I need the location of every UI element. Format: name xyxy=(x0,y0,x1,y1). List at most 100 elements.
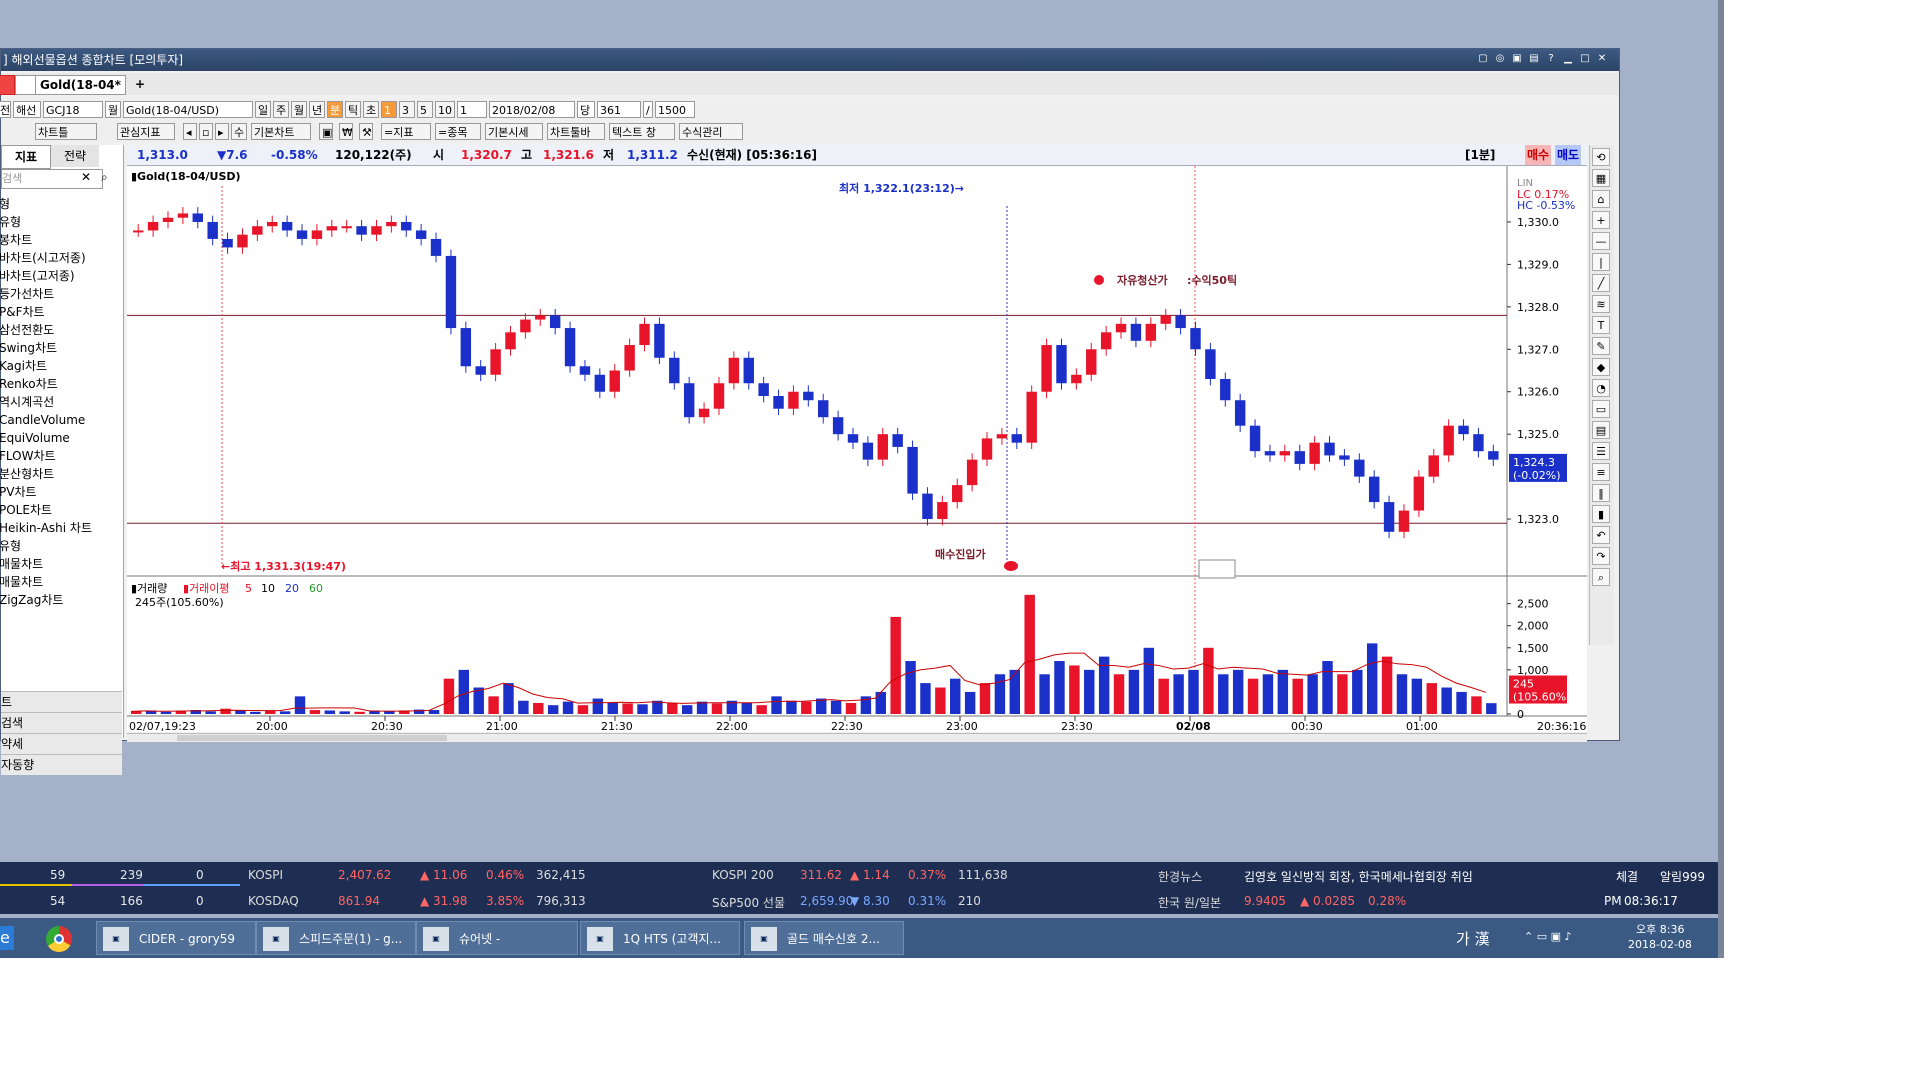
date-input[interactable]: 2018/02/08 xyxy=(489,101,575,118)
chart-frame-button[interactable]: 차트틀 xyxy=(35,123,97,140)
today-button[interactable]: 당 xyxy=(577,101,595,118)
panel-section[interactable]: 약세 xyxy=(1,733,122,754)
indicator-item[interactable]: 형 xyxy=(0,195,10,213)
symbol-button[interactable]: =종목 xyxy=(435,123,481,140)
indicator-item[interactable]: 역시계곡선 xyxy=(0,393,54,411)
indicator-item[interactable]: 봉차트 xyxy=(0,231,32,249)
day-button[interactable]: 일 xyxy=(255,101,271,118)
minute-button[interactable]: 분 xyxy=(327,101,343,118)
marker-icon[interactable]: ◆ xyxy=(1592,358,1610,376)
indicator-item[interactable]: CandleVolume xyxy=(0,411,85,429)
basic-chart-button[interactable]: 기본차트 xyxy=(251,123,311,140)
indicator-item[interactable]: 매물차트 xyxy=(0,555,43,573)
taskbar-item[interactable]: ▣ CIDER - grory59 xyxy=(96,921,256,955)
hline-icon[interactable]: — xyxy=(1592,232,1610,250)
nav-mid-icon[interactable]: ▫ xyxy=(199,123,213,140)
fibo-icon[interactable]: ≋ xyxy=(1592,295,1610,313)
list-icon[interactable]: ☰ xyxy=(1592,442,1610,460)
search-icon[interactable]: ⌕ xyxy=(101,170,108,185)
indicator-item[interactable]: 분산형차트 xyxy=(0,465,54,483)
ie-icon[interactable]: e xyxy=(0,926,14,950)
indicator-item[interactable]: Swing차트 xyxy=(0,339,57,357)
minimize-icon[interactable]: ▁ xyxy=(1561,52,1575,66)
indicator-item[interactable]: 유형 xyxy=(0,213,21,231)
max-input[interactable]: 1500 xyxy=(655,101,695,118)
cross-icon[interactable]: + xyxy=(1592,211,1610,229)
close-icon[interactable]: ✕ xyxy=(1595,52,1609,66)
tab-gold-chart[interactable]: Gold(18-04* xyxy=(35,75,126,95)
taskbar-item[interactable]: ▣ 슈어넷 - xyxy=(416,921,578,955)
indicator-item[interactable]: Kagi차트 xyxy=(0,357,47,375)
indicator-item[interactable]: 등가선차트 xyxy=(0,285,54,303)
second-button[interactable]: 초 xyxy=(363,101,379,118)
tray-icons[interactable]: ⌃ ▭ ▣ ♪ xyxy=(1524,930,1572,943)
bars-icon[interactable]: ≡ xyxy=(1592,463,1610,481)
taskbar-item[interactable]: ▣ 1Q HTS (고객지... xyxy=(580,921,740,955)
year-button[interactable]: 년 xyxy=(309,101,325,118)
box-icon[interactable]: ▭ xyxy=(1592,400,1610,418)
refresh-icon[interactable]: ⟲ xyxy=(1592,148,1610,166)
tool-icon[interactable]: ⚒ xyxy=(359,123,373,140)
panel-section[interactable]: 검색 xyxy=(1,712,122,733)
pin-icon[interactable]: ▢ xyxy=(1476,52,1490,66)
zoom-icon[interactable]: ⌕ xyxy=(1592,568,1610,586)
copy-icon[interactable]: ▣ xyxy=(1510,52,1524,66)
month-unit-button[interactable]: 월 xyxy=(291,101,307,118)
buy-button[interactable]: 매수 xyxy=(1525,145,1552,165)
market-select[interactable]: 해선 xyxy=(13,101,41,118)
title-bar[interactable]: ] 해외선물옵션 종합차트 [모의투자] ▢ ◎ ▣ ▤ ? ▁ □ ✕ xyxy=(1,49,1619,71)
indicator-item[interactable]: Renko차트 xyxy=(0,375,58,393)
horizontal-scrollbar[interactable] xyxy=(127,733,1587,742)
indicator-item[interactable]: 바차트(시고저종) xyxy=(0,249,86,267)
text-icon[interactable]: T xyxy=(1592,316,1610,334)
clock-time[interactable]: 오후 8:36 xyxy=(1636,921,1684,937)
watchlist-indicator-button[interactable]: 관심지표 xyxy=(117,123,175,140)
vline-icon[interactable]: | xyxy=(1592,253,1610,271)
won-icon[interactable]: ₩ xyxy=(339,123,353,140)
taskbar-item[interactable]: ▣ 스피드주문(1) - g... xyxy=(256,921,416,955)
candles-icon[interactable]: ▮ xyxy=(1592,505,1610,523)
formula-manage-button[interactable]: 수식관리 xyxy=(679,123,743,140)
basic-quote-button[interactable]: 기본시세 xyxy=(485,123,543,140)
nav-right-icon[interactable]: ▸ xyxy=(215,123,229,140)
add-tab-button[interactable]: + xyxy=(131,75,149,93)
month-button[interactable]: 월 xyxy=(105,101,121,118)
save-icon[interactable]: ▣ xyxy=(319,123,333,140)
tab-strategy[interactable]: 전략 xyxy=(51,145,99,167)
indicator-item[interactable]: PV차트 xyxy=(0,483,37,501)
indicator-item[interactable]: FLOW차트 xyxy=(0,447,56,465)
indicator-item[interactable]: EquiVolume xyxy=(0,429,70,447)
indicator-item[interactable]: 매물차트 xyxy=(0,573,43,591)
chart-toolbar-button[interactable]: 차트툴바 xyxy=(547,123,605,140)
chart-area[interactable]: 1,330.0 1,329.0 1,328.0 1,327.0 1,326.0 1,325… xyxy=(127,166,1587,733)
count-input[interactable]: 361 xyxy=(597,101,641,118)
nav-left-icon[interactable]: ◂ xyxy=(183,123,197,140)
indicator-item[interactable]: 바차트(고저종) xyxy=(0,267,75,285)
sell-button[interactable]: 매도 xyxy=(1555,145,1582,165)
interval-1[interactable]: 1 xyxy=(381,101,397,118)
chrome-icon[interactable] xyxy=(46,926,72,952)
indicator-item[interactable]: POLE차트 xyxy=(0,501,52,519)
week-button[interactable]: 주 xyxy=(273,101,289,118)
slash-label[interactable]: / xyxy=(643,101,653,118)
indicator-item[interactable]: 유형 xyxy=(0,537,21,555)
home-icon[interactable]: ⌂ xyxy=(1592,190,1610,208)
redo-icon[interactable]: ↷ xyxy=(1592,547,1610,565)
tick-button[interactable]: 틱 xyxy=(345,101,361,118)
tab-indicators[interactable]: 지표 xyxy=(1,145,51,169)
panel-icon[interactable]: ▤ xyxy=(1592,421,1610,439)
layout-icon[interactable]: ▦ xyxy=(1592,169,1610,187)
ime-indicator[interactable]: 가 漢 xyxy=(1456,928,1490,949)
interval-3[interactable]: 3 xyxy=(399,101,415,118)
taskbar-item[interactable]: ▣ 골드 매수신호 2... xyxy=(744,921,904,955)
indicator-item[interactable]: ZigZag차트 xyxy=(0,591,63,609)
indicator-item[interactable]: 삼선전환도 xyxy=(0,321,54,339)
columns-icon[interactable]: ‖ xyxy=(1592,484,1610,502)
scroll-thumb[interactable] xyxy=(177,735,447,741)
interval-10[interactable]: 10 xyxy=(435,101,455,118)
indicator-item[interactable]: Heikin-Ashi 차트 xyxy=(0,519,92,537)
fan-icon[interactable]: ◔ xyxy=(1592,379,1610,397)
panel-section[interactable]: 자동향 xyxy=(1,754,122,775)
layout-icon[interactable]: ▤ xyxy=(1527,52,1541,66)
help-icon[interactable]: ? xyxy=(1544,52,1558,66)
